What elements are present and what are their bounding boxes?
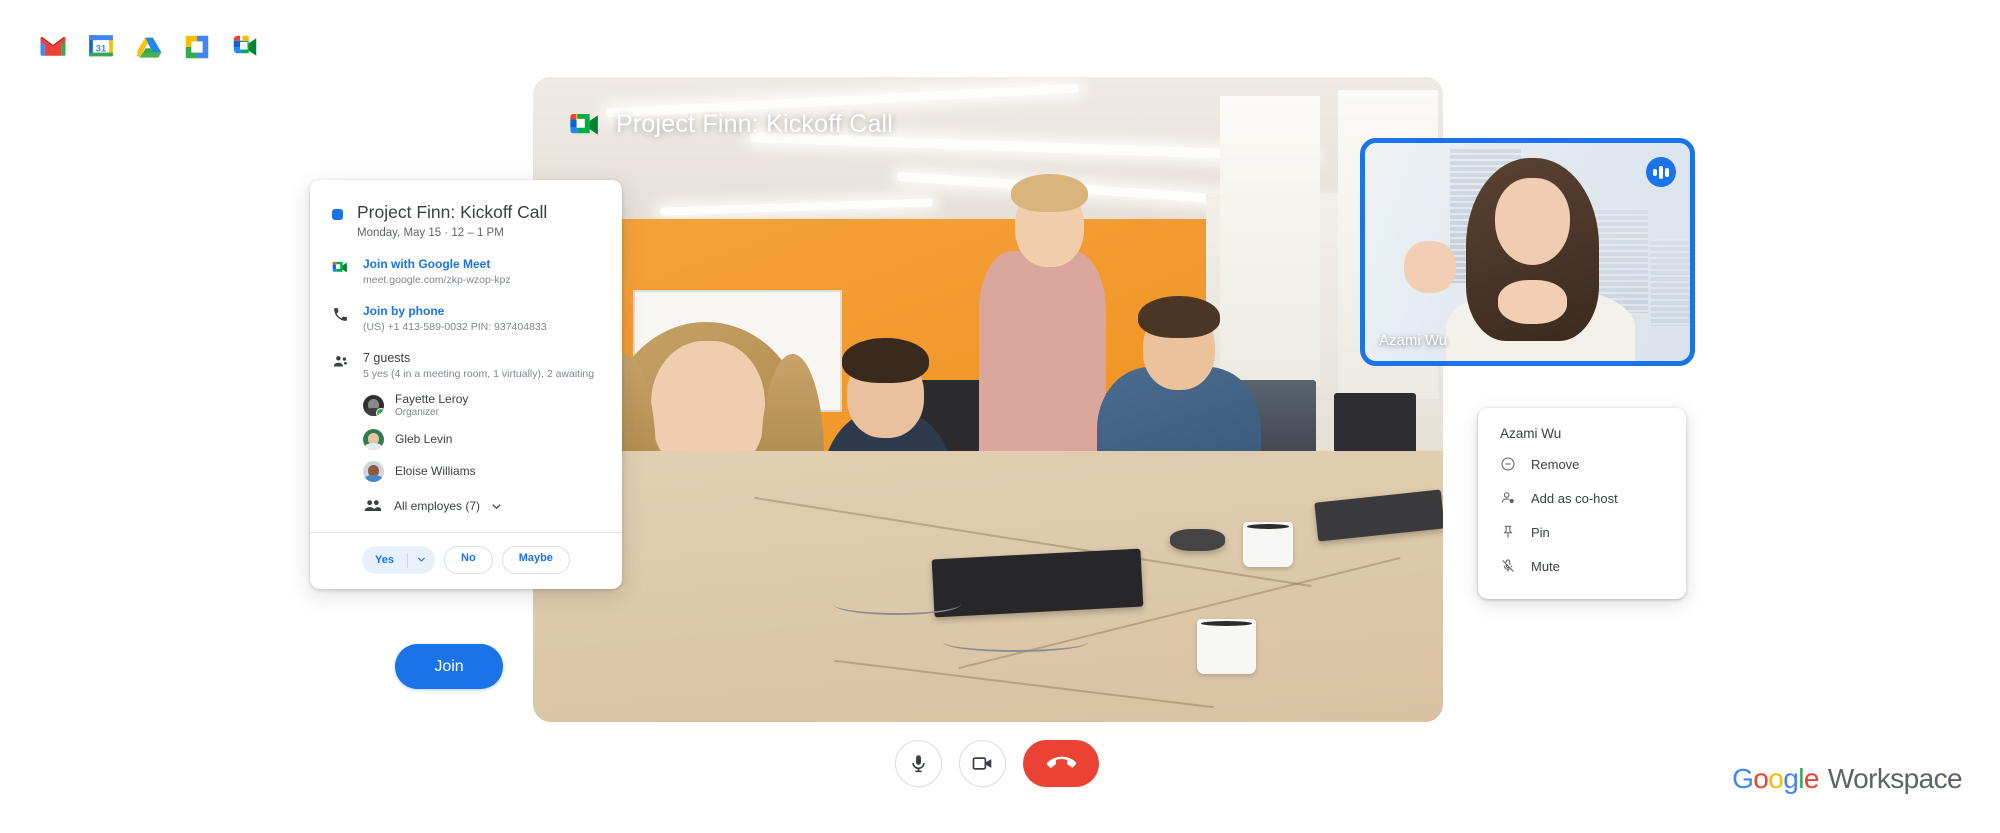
rsvp-yes-dropdown-button[interactable] xyxy=(408,546,435,574)
guest-role: Organizer xyxy=(395,407,439,418)
participant-video-feed xyxy=(1365,143,1690,361)
group-icon xyxy=(364,500,382,511)
avatar xyxy=(363,461,384,482)
chevron-down-icon[interactable] xyxy=(491,501,502,512)
rsvp-accepted-badge xyxy=(376,407,384,416)
rsvp-maybe-button[interactable]: Maybe xyxy=(501,546,570,574)
camera-button[interactable] xyxy=(959,740,1006,787)
event-title: Project Finn: Kickoff Call xyxy=(357,202,548,222)
phone-details: (US) +1 413-589-0032 PIN: 937404833 xyxy=(363,321,547,333)
meeting-controls-bar xyxy=(895,740,1099,787)
context-menu-item-add-co-host[interactable]: Add as co-host xyxy=(1478,481,1686,515)
calendar-event-card[interactable]: Project Finn: Kickoff Call Monday, May 1… xyxy=(310,180,622,589)
google-meet-icon[interactable] xyxy=(230,32,260,62)
remove-circle-icon xyxy=(1501,457,1515,471)
google-workspace-logo: Google Workspace xyxy=(1732,763,1962,795)
google-meet-icon xyxy=(570,113,598,135)
context-menu-item-label: Pin xyxy=(1531,524,1550,540)
end-call-button[interactable] xyxy=(1023,740,1099,787)
google-drive-icon[interactable] xyxy=(134,32,164,62)
guest-name: Eloise Williams xyxy=(395,464,476,478)
participant-context-menu[interactable]: Azami Wu Remove Add as co-host Pin Mute xyxy=(1478,408,1686,599)
guest-list: Fayette Leroy Organizer Gleb Levin Elois… xyxy=(363,392,600,516)
google-docs-icon[interactable] xyxy=(182,32,212,62)
chevron-down-icon xyxy=(418,557,425,562)
google-wordmark: Google xyxy=(1732,763,1819,794)
join-with-meet-link[interactable]: Join with Google Meet xyxy=(363,257,511,271)
gmail-icon[interactable] xyxy=(38,32,68,62)
meeting-title-overlay: Project Finn: Kickoff Call xyxy=(569,110,893,139)
google-meet-icon xyxy=(332,261,347,273)
participant-name-label: Azami Wu xyxy=(1379,332,1448,349)
guests-row: 7 guests 5 yes (4 in a meeting room, 1 v… xyxy=(332,351,600,380)
list-item[interactable]: Fayette Leroy Organizer xyxy=(363,392,600,418)
context-menu-item-pin[interactable]: Pin xyxy=(1478,515,1686,549)
join-with-meet-row[interactable]: Join with Google Meet meet.google.com/zk… xyxy=(332,257,600,286)
avatar xyxy=(363,394,384,416)
hang-up-icon xyxy=(1046,756,1076,768)
rsvp-no-button[interactable]: No xyxy=(444,546,493,574)
meet-url: meet.google.com/zkp-wzop-kpz xyxy=(363,274,511,286)
pin-icon xyxy=(1503,525,1513,538)
context-menu-item-label: Remove xyxy=(1531,456,1580,472)
context-menu-item-label: Mute xyxy=(1531,558,1560,574)
microphone-icon xyxy=(912,755,925,773)
guest-name: Gleb Levin xyxy=(395,432,453,446)
people-icon xyxy=(333,356,348,367)
context-menu-item-remove[interactable]: Remove xyxy=(1478,447,1686,481)
list-item[interactable]: Gleb Levin xyxy=(363,429,600,450)
phone-icon xyxy=(334,308,347,321)
avatar xyxy=(363,429,384,450)
mic-off-icon xyxy=(1502,559,1514,572)
screenshot-root: 31 Project Finn: Kickoff Call Azami Wu A… xyxy=(0,0,2000,833)
join-by-phone-row[interactable]: Join by phone (US) +1 413-589-0032 PIN: … xyxy=(332,304,600,333)
guest-summary: 5 yes (4 in a meeting room, 1 virtually)… xyxy=(363,368,595,380)
guest-name: Fayette Leroy xyxy=(395,392,469,406)
google-app-icon-strip: 31 xyxy=(38,32,260,62)
svg-text:31: 31 xyxy=(96,43,106,53)
list-item[interactable]: Eloise Williams xyxy=(363,461,600,482)
rsvp-yes-button[interactable]: Yes xyxy=(362,549,407,571)
google-calendar-icon[interactable]: 31 xyxy=(86,32,116,62)
workspace-wordmark: Workspace xyxy=(1827,763,1963,794)
event-header: Project Finn: Kickoff Call Monday, May 1… xyxy=(332,202,600,239)
event-color-dot xyxy=(332,209,343,220)
person-add-icon xyxy=(1501,492,1514,504)
context-menu-title: Azami Wu xyxy=(1500,426,1562,441)
context-menu-item-mute[interactable]: Mute xyxy=(1478,549,1686,583)
rsvp-button-group: Yes No Maybe xyxy=(332,533,600,589)
speaking-indicator-icon xyxy=(1646,157,1676,187)
meeting-room-photo xyxy=(533,77,1443,722)
context-menu-item-label: Add as co-host xyxy=(1531,490,1618,506)
guest-count: 7 guests xyxy=(363,351,411,365)
participant-video-tile[interactable]: Azami Wu xyxy=(1360,138,1695,366)
microphone-button[interactable] xyxy=(895,740,942,787)
join-button[interactable]: Join xyxy=(395,644,503,689)
all-employees-label: All employes (7) xyxy=(394,499,481,513)
all-employees-group[interactable]: All employes (7) xyxy=(363,496,600,516)
meeting-video-stage[interactable]: Project Finn: Kickoff Call xyxy=(533,77,1443,722)
join-by-phone-link[interactable]: Join by phone xyxy=(363,304,547,318)
event-datetime: Monday, May 15 · 12 – 1 PM xyxy=(357,227,504,239)
rsvp-yes-split-button[interactable]: Yes xyxy=(362,546,436,574)
meeting-title: Project Finn: Kickoff Call xyxy=(616,110,894,138)
video-camera-icon xyxy=(972,757,992,770)
